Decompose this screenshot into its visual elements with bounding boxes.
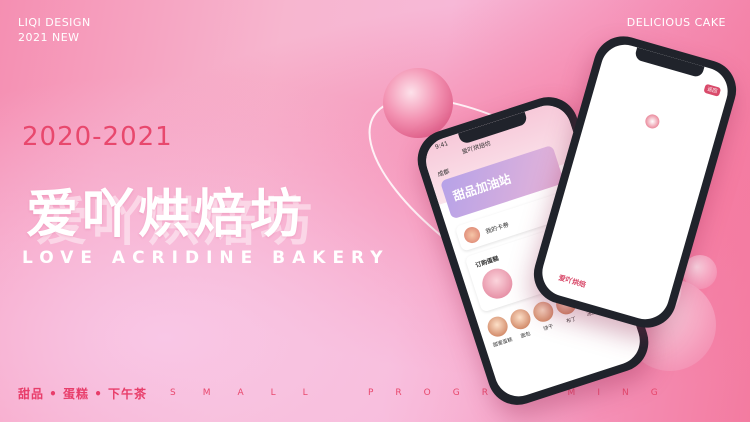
corner-line-1: DELICIOUS CAKE	[626, 16, 726, 29]
sphere-top	[383, 68, 453, 138]
corner-top-right: DELICIOUS CAKE	[627, 15, 726, 30]
tagline: 甜品 • 蛋糕 • 下午茶	[18, 387, 148, 401]
cake-decoration	[643, 112, 662, 131]
back-badge[interactable]: 返回	[703, 83, 722, 97]
banner-title: 甜品加油站	[451, 171, 513, 204]
english-subtitle: LOVE ACRIDINE BAKERY	[22, 248, 390, 268]
corner-top-left: LIQI DESIGN 2021 NEW	[18, 15, 91, 45]
years-label: 2020-2021	[22, 122, 173, 152]
category-icon[interactable]	[530, 299, 556, 325]
corner-line-2: 2021 NEW	[18, 31, 80, 44]
category-icon[interactable]	[507, 306, 534, 332]
status-time: 9:41	[434, 140, 450, 151]
small-label: SMALL	[170, 388, 335, 398]
coupon-icon	[462, 224, 483, 246]
coupon-label: 我的卡券	[484, 221, 510, 236]
brand-logo: 爱吖烘焙	[557, 273, 587, 290]
category-icon[interactable]	[485, 314, 511, 340]
cake-image	[478, 264, 517, 303]
city-selector[interactable]: 成都	[436, 166, 451, 178]
corner-line-1: LIQI DESIGN	[18, 16, 91, 29]
main-title: 爱吖烘焙坊	[26, 185, 307, 245]
order-cake-label: 订购蛋糕	[474, 255, 500, 270]
vertical-slogan: 蛋糕甜品下午茶	[603, 95, 634, 173]
